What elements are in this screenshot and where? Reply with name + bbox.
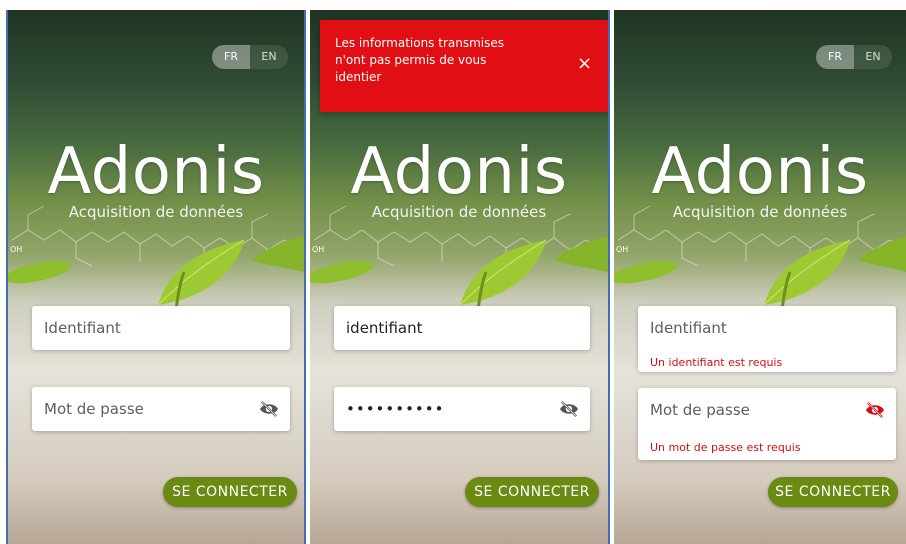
error-toast: Les informations transmises n'ont pas pe… — [320, 20, 608, 112]
app-logo-title: Adonis — [350, 135, 568, 209]
app-subtitle: Acquisition de données — [371, 203, 547, 221]
login-screen-validation-errors: OH FR EN Adonis Acquisition de données I… — [614, 10, 906, 544]
login-error-message: Un identifiant est requis — [650, 356, 783, 369]
login-screen-error-toast: OH Adonis Acquisition de données Les inf… — [310, 10, 610, 544]
password-field[interactable]: Mot de passe — [32, 387, 290, 431]
password-placeholder: Mot de passe — [650, 401, 750, 419]
password-field[interactable]: •••••••••• — [334, 387, 590, 431]
login-placeholder: Identifiant — [44, 319, 121, 337]
password-value: •••••••••• — [346, 400, 445, 418]
lang-fr-button[interactable]: FR — [816, 45, 854, 69]
password-field[interactable]: Mot de passe Un mot de passe est requis — [638, 388, 896, 460]
leaf-molecule-illustration: OH — [8, 205, 304, 311]
login-placeholder: Identifiant — [650, 319, 727, 337]
app-logo-title: Adonis — [47, 135, 265, 209]
login-field[interactable]: identifiant — [334, 306, 590, 350]
svg-text:OH: OH — [10, 245, 22, 254]
app-logo-title: Adonis — [651, 135, 869, 209]
app-subtitle: Acquisition de données — [68, 203, 244, 221]
eye-off-icon[interactable] — [864, 401, 886, 419]
lang-en-button[interactable]: EN — [854, 45, 892, 69]
login-button[interactable]: SE CONNECTER — [465, 477, 599, 507]
leaf-molecule-illustration: OH — [614, 205, 906, 311]
login-field[interactable]: Identifiant Un identifiant est requis — [638, 306, 896, 372]
login-screen-default: OH FR EN Adonis Acquisition de données I… — [6, 10, 306, 544]
eye-off-icon[interactable] — [558, 400, 580, 418]
lang-en-button[interactable]: EN — [250, 45, 288, 69]
password-placeholder: Mot de passe — [44, 400, 144, 418]
lang-fr-button[interactable]: FR — [212, 45, 250, 69]
svg-text:OH: OH — [616, 245, 628, 254]
login-button[interactable]: SE CONNECTER — [163, 477, 297, 507]
login-value: identifiant — [346, 319, 423, 337]
eye-off-icon[interactable] — [258, 400, 280, 418]
close-icon[interactable]: × — [577, 55, 592, 73]
svg-text:OH: OH — [312, 245, 324, 254]
language-switch: FR EN — [212, 45, 288, 69]
language-switch: FR EN — [816, 45, 892, 69]
login-button[interactable]: SE CONNECTER — [768, 477, 898, 507]
password-error-message: Un mot de passe est requis — [650, 441, 801, 454]
login-field[interactable]: Identifiant — [32, 306, 290, 350]
app-subtitle: Acquisition de données — [672, 203, 848, 221]
error-toast-message: Les informations transmises n'ont pas pe… — [335, 36, 505, 84]
